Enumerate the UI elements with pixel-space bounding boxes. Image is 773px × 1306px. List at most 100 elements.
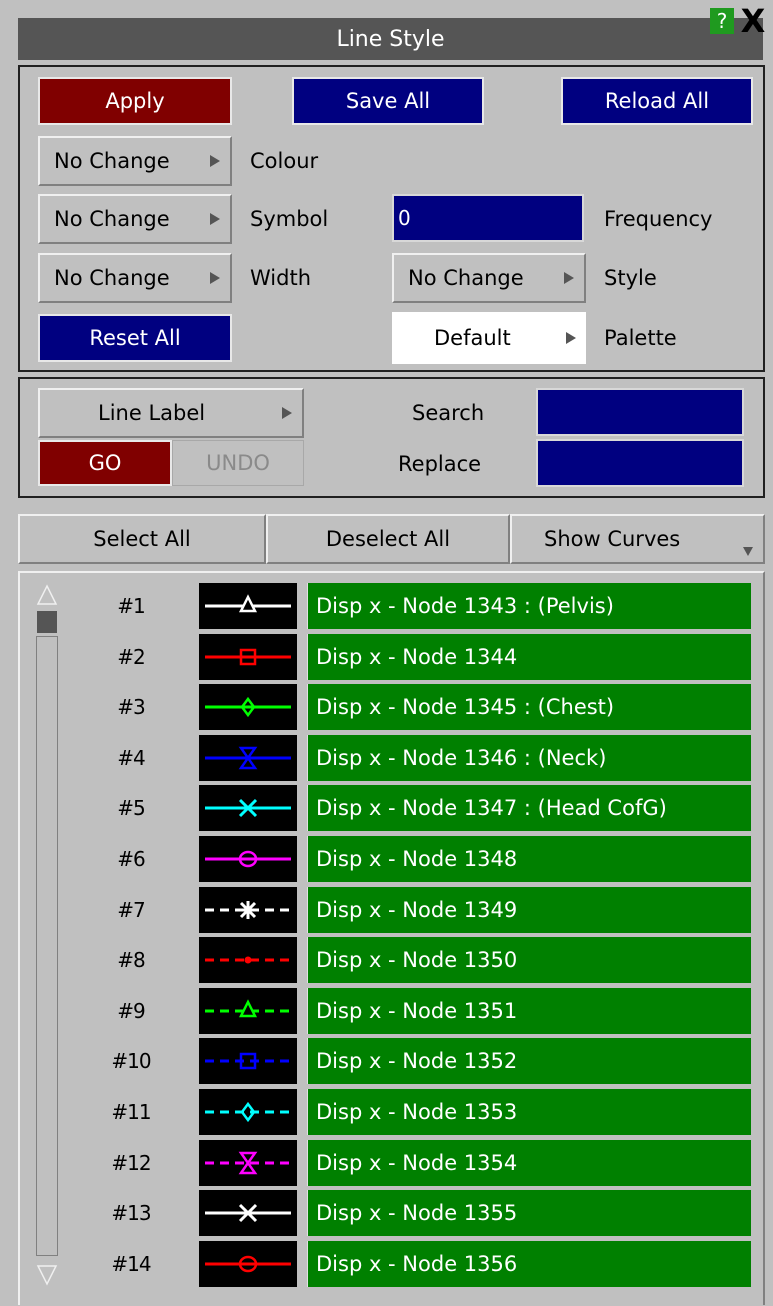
line-symbol-icon <box>205 746 291 770</box>
go-button[interactable]: GO <box>38 440 172 486</box>
line-style-swatch[interactable] <box>199 1190 297 1236</box>
line-style-swatch[interactable] <box>199 785 297 831</box>
line-style-swatch[interactable] <box>199 1140 297 1186</box>
curve-name[interactable]: Disp x - Node 1355 <box>307 1190 751 1236</box>
curve-name[interactable]: Disp x - Node 1348 <box>307 836 751 882</box>
style-dropdown[interactable]: No Change <box>392 253 586 303</box>
curve-number: #4 <box>117 746 145 770</box>
curve-name[interactable]: Disp x - Node 1356 <box>307 1241 751 1287</box>
line-symbol-icon <box>205 1101 291 1123</box>
line-symbol-icon <box>205 594 291 613</box>
line-style-swatch[interactable] <box>199 583 297 629</box>
curve-number: #13 <box>111 1201 151 1225</box>
apply-button[interactable]: Apply <box>38 77 232 125</box>
scroll-track[interactable] <box>36 636 58 1256</box>
menu-arrow-icon <box>282 407 292 419</box>
menu-arrow-icon <box>210 213 220 225</box>
line-symbol-icon <box>205 850 291 868</box>
line-symbol-icon <box>205 1151 291 1175</box>
line-symbol-icon <box>205 1255 291 1273</box>
replace-input[interactable] <box>536 439 744 487</box>
chevron-down-icon <box>743 547 753 556</box>
line-symbol-icon <box>205 648 291 666</box>
curve-number: #8 <box>117 948 145 972</box>
line-style-swatch[interactable] <box>199 937 297 983</box>
menu-arrow-icon <box>566 332 576 344</box>
menu-arrow-icon <box>210 155 220 167</box>
line-symbol-icon <box>205 901 291 919</box>
frequency-input[interactable]: 0 <box>392 194 584 242</box>
width-value: No Change <box>54 266 170 290</box>
line-label-dropdown[interactable]: Line Label <box>38 388 304 438</box>
curve-number: #3 <box>117 695 145 719</box>
show-curves-dropdown[interactable]: Show Curves <box>510 514 765 564</box>
curve-number: #10 <box>111 1049 151 1073</box>
curve-number: #9 <box>117 999 145 1023</box>
curve-name[interactable]: Disp x - Node 1343 : (Pelvis) <box>307 583 751 629</box>
select-all-button[interactable]: Select All <box>18 514 266 564</box>
line-style-swatch[interactable] <box>199 1241 297 1287</box>
style-value: No Change <box>408 266 524 290</box>
curve-number: #6 <box>117 847 145 871</box>
curve-name[interactable]: Disp x - Node 1351 <box>307 988 751 1034</box>
colour-label: Colour <box>250 149 319 173</box>
curve-number: #1 <box>117 594 145 618</box>
curve-number: #7 <box>117 898 145 922</box>
line-symbol-icon <box>205 798 291 818</box>
width-label: Width <box>250 266 312 290</box>
reload-all-button[interactable]: Reload All <box>561 77 753 125</box>
line-symbol-icon <box>205 999 291 1018</box>
menu-arrow-icon <box>564 272 574 284</box>
close-icon[interactable]: X <box>736 5 770 37</box>
curve-name[interactable]: Disp x - Node 1350 <box>307 937 751 983</box>
scroll-down-icon[interactable] <box>36 1264 58 1286</box>
curve-number: #12 <box>111 1151 151 1175</box>
curve-number: #14 <box>111 1252 151 1276</box>
line-label-value: Line Label <box>98 401 206 425</box>
replace-label: Replace <box>398 452 482 476</box>
deselect-all-button[interactable]: Deselect All <box>266 514 510 564</box>
palette-value: Default <box>434 326 511 350</box>
reset-all-button[interactable]: Reset All <box>38 314 232 362</box>
palette-label: Palette <box>604 326 677 350</box>
curve-number: #5 <box>117 796 145 820</box>
colour-value: No Change <box>54 149 170 173</box>
search-input[interactable] <box>536 388 744 436</box>
symbol-dropdown[interactable]: No Change <box>38 194 232 244</box>
line-style-swatch[interactable] <box>199 836 297 882</box>
search-label: Search <box>412 401 485 425</box>
curve-name[interactable]: Disp x - Node 1352 <box>307 1038 751 1084</box>
colour-dropdown[interactable]: No Change <box>38 136 232 186</box>
window-title: Line Style <box>336 26 445 52</box>
palette-dropdown[interactable]: Default <box>392 312 586 364</box>
scroll-up-icon[interactable] <box>36 584 58 606</box>
curve-name[interactable]: Disp x - Node 1346 : (Neck) <box>307 735 751 781</box>
line-style-swatch[interactable] <box>199 735 297 781</box>
line-symbol-icon <box>205 696 291 718</box>
show-curves-label: Show Curves <box>544 527 681 551</box>
style-label: Style <box>604 266 657 290</box>
curve-name[interactable]: Disp x - Node 1347 : (Head CofG) <box>307 785 751 831</box>
line-symbol-icon <box>205 1203 291 1223</box>
line-style-swatch[interactable] <box>199 634 297 680</box>
curve-name[interactable]: Disp x - Node 1345 : (Chest) <box>307 684 751 730</box>
line-symbol-icon <box>205 1052 291 1070</box>
line-style-swatch[interactable] <box>199 684 297 730</box>
undo-button[interactable]: UNDO <box>172 440 304 486</box>
line-symbol-icon <box>205 956 291 964</box>
line-style-swatch[interactable] <box>199 988 297 1034</box>
line-style-swatch[interactable] <box>199 1038 297 1084</box>
line-style-swatch[interactable] <box>199 887 297 933</box>
symbol-value: No Change <box>54 207 170 231</box>
curve-name[interactable]: Disp x - Node 1344 <box>307 634 751 680</box>
width-dropdown[interactable]: No Change <box>38 253 232 303</box>
scroll-thumb[interactable] <box>37 611 57 633</box>
curve-name[interactable]: Disp x - Node 1353 <box>307 1089 751 1135</box>
help-icon[interactable]: ? <box>710 8 734 34</box>
curve-name[interactable]: Disp x - Node 1349 <box>307 887 751 933</box>
symbol-label: Symbol <box>250 207 329 231</box>
curve-name[interactable]: Disp x - Node 1354 <box>307 1140 751 1186</box>
line-style-swatch[interactable] <box>199 1089 297 1135</box>
frequency-label: Frequency <box>604 207 713 231</box>
save-all-button[interactable]: Save All <box>292 77 484 125</box>
